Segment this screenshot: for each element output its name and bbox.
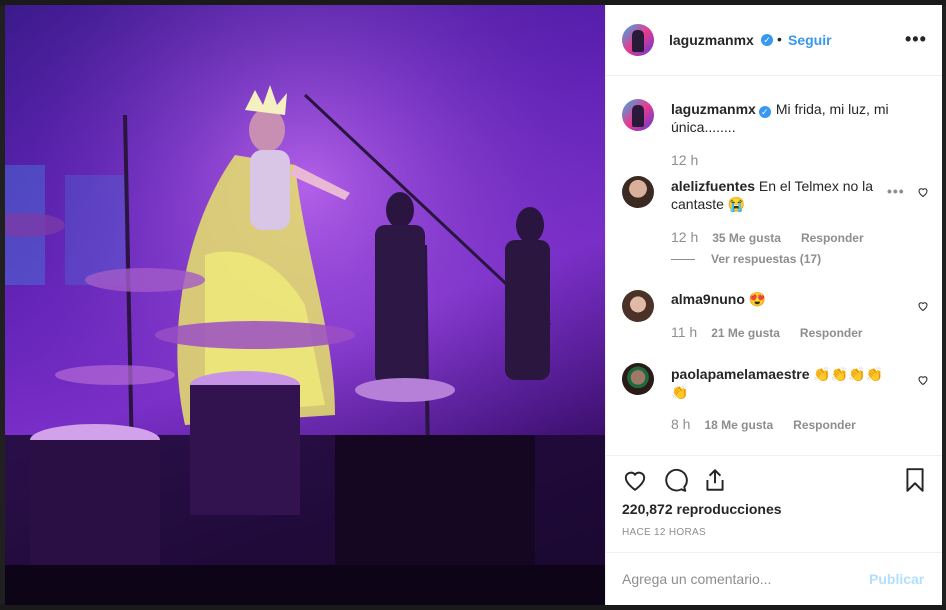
post-video[interactable] xyxy=(5,5,605,605)
post-header: laguzmanmx ✓ • Seguir ••• xyxy=(606,5,942,76)
comment-avatar[interactable] xyxy=(622,176,654,208)
post-side-panel: laguzmanmx ✓ • Seguir ••• laguzmanmx ✓ Mi … xyxy=(605,5,942,605)
comment-username[interactable]: paolapamelamaestre xyxy=(671,366,810,382)
comment-time[interactable]: 8 h xyxy=(671,416,690,432)
comment-bubble-icon[interactable] xyxy=(662,467,688,493)
comment-likes[interactable]: 35 Me gusta xyxy=(712,231,781,245)
view-replies-label: Ver respuestas (17) xyxy=(711,252,822,266)
actions-divider xyxy=(606,455,942,457)
caption-username[interactable]: laguzmanmx xyxy=(671,101,756,117)
comment-reply-button[interactable]: Responder xyxy=(793,418,856,432)
caption-text-block: laguzmanmx ✓ Mi frida, mi luz, mi única...… xyxy=(671,100,911,136)
comment-reply-button[interactable]: Responder xyxy=(801,231,864,245)
header-separator: • xyxy=(777,31,782,47)
verified-badge-icon: ✓ xyxy=(761,34,773,46)
comment-like-heart-icon[interactable] xyxy=(917,374,929,386)
comment-text-block: alma9nuno 😍 xyxy=(671,290,881,308)
comment-meta: 8 h 18 Me gusta Responder xyxy=(671,416,856,432)
author-avatar[interactable] xyxy=(622,24,654,56)
comment-like-heart-icon[interactable] xyxy=(917,300,929,312)
comment-username[interactable]: alma9nuno xyxy=(671,291,745,307)
comment-text-block: alelizfuentes En el Telmex no la cantast… xyxy=(671,177,881,213)
comment-likes[interactable]: 18 Me gusta xyxy=(704,418,773,432)
comment-text: 😍 xyxy=(748,291,767,307)
comment-time[interactable]: 12 h xyxy=(671,229,698,245)
publish-button[interactable]: Publicar xyxy=(869,571,924,587)
post-age[interactable]: HACE 12 HORAS xyxy=(622,527,706,538)
comment-meta: 11 h 21 Me gusta Responder xyxy=(671,324,863,340)
view-replies-button[interactable]: Ver respuestas (17) xyxy=(671,252,821,266)
comment-avatar[interactable] xyxy=(622,363,654,395)
add-comment-bar: Agrega un comentario... Publicar xyxy=(606,552,942,606)
caption-avatar[interactable] xyxy=(622,99,654,131)
comment-input[interactable]: Agrega un comentario... xyxy=(622,571,862,587)
comment-username[interactable]: alelizfuentes xyxy=(671,178,755,194)
bookmark-icon[interactable] xyxy=(902,467,928,493)
comment-time[interactable]: 11 h xyxy=(671,324,697,340)
concert-scene-image xyxy=(5,5,605,605)
author-username[interactable]: laguzmanmx xyxy=(669,32,754,48)
more-options-button[interactable]: ••• xyxy=(905,29,927,50)
replies-divider-line xyxy=(671,259,695,261)
comment-avatar[interactable] xyxy=(622,290,654,322)
comment-more-button[interactable]: ••• xyxy=(887,183,905,199)
follow-button[interactable]: Seguir xyxy=(788,32,832,48)
share-upload-icon[interactable] xyxy=(702,467,728,493)
comment-reply-button[interactable]: Responder xyxy=(800,326,863,340)
comment-text-block: paolapamelamaestre 👏👏👏👏👏 xyxy=(671,365,896,401)
view-count[interactable]: 220,872 reproducciones xyxy=(622,501,782,517)
caption-time[interactable]: 12 h xyxy=(671,152,698,168)
comment-like-heart-icon[interactable] xyxy=(917,186,929,198)
caption-verified-icon: ✓ xyxy=(758,106,771,118)
like-heart-icon[interactable] xyxy=(622,467,648,493)
comment-likes[interactable]: 21 Me gusta xyxy=(711,326,780,340)
caption-meta: 12 h xyxy=(671,152,712,168)
comment-meta: 12 h 35 Me gusta Responder xyxy=(671,229,864,245)
